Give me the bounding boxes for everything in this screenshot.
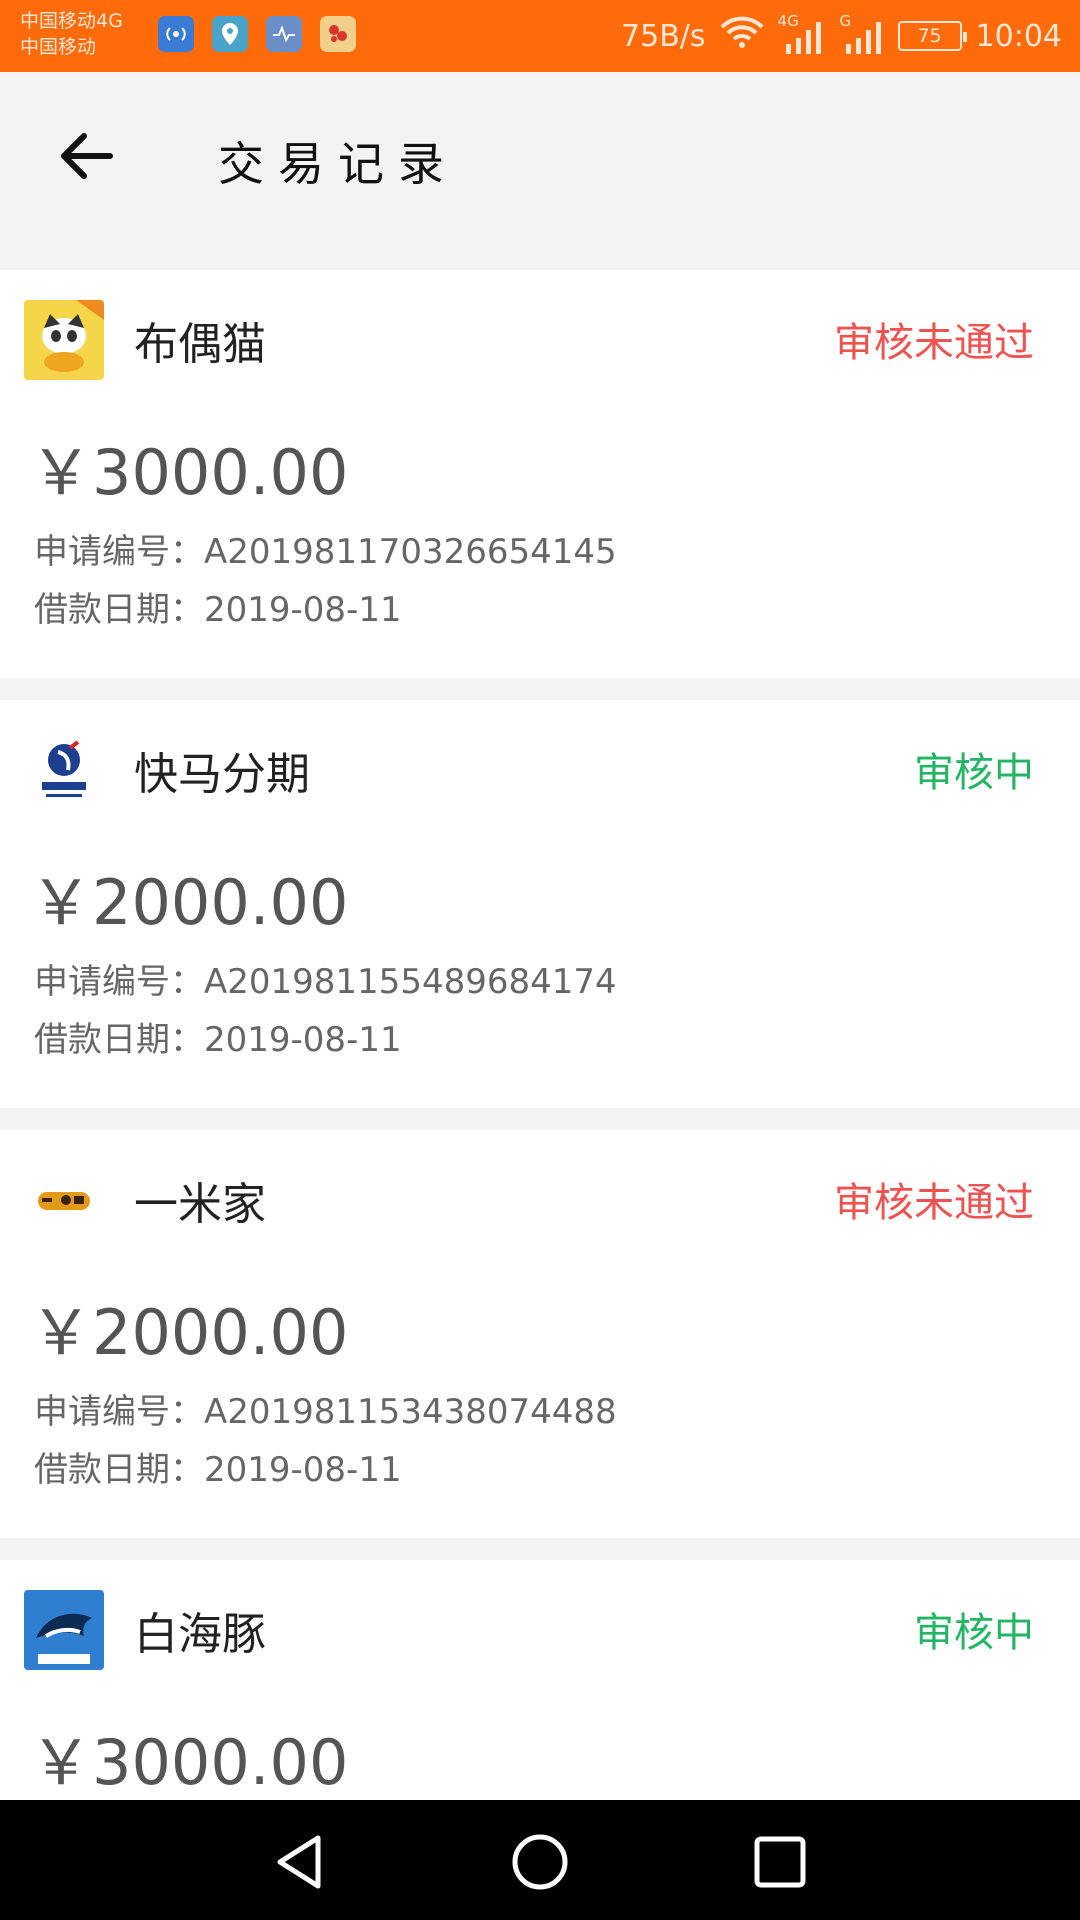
baihaitun-logo-icon (24, 1590, 104, 1670)
buoumao-logo-icon (24, 300, 104, 380)
loan-date-row: 借款日期：2019-08-11 (34, 1442, 402, 1491)
app-header: 交易记录 (0, 72, 1080, 240)
arrow-left-icon[interactable] (54, 124, 118, 188)
apply-number-label: 申请编号： (34, 532, 204, 572)
battery-level: 75 (917, 25, 942, 47)
app-name: 白海豚 (134, 1609, 266, 1660)
network-speed: 75B/s (621, 18, 706, 54)
game-app-icon (320, 16, 356, 52)
square-recents-icon[interactable] (750, 1832, 810, 1892)
apply-number-label: 申请编号： (34, 962, 204, 1002)
apply-number-row: 申请编号：A201981153438074488 (34, 1384, 617, 1433)
app-name: 布偶猫 (134, 319, 266, 370)
loan-date-value: 2019-08-11 (204, 590, 402, 630)
clock: 10:04 (975, 18, 1062, 54)
carrier-primary: 中国移动4G (20, 10, 123, 32)
loan-date-value: 2019-08-11 (204, 1020, 402, 1060)
loan-amount: ￥3000.00 (30, 1726, 349, 1799)
status-badge: 审核中 (914, 1610, 1034, 1656)
loan-date-label: 借款日期： (34, 590, 204, 630)
wifi-icon (720, 15, 764, 57)
system-navigation-bar (0, 1800, 1080, 1920)
loan-amount: ￥2000.00 (30, 866, 349, 939)
apply-number-value: A201981153438074488 (204, 1392, 617, 1432)
status-badge: 审核未通过 (834, 1180, 1034, 1226)
loan-amount: ￥3000.00 (30, 436, 349, 509)
page-title: 交易记录 (218, 137, 458, 191)
status-badge: 审核中 (914, 750, 1034, 796)
hotspot-app-icon (158, 16, 194, 52)
status-right: 75B/s 4G G 75 10:04 (621, 0, 1062, 72)
yimijia-logo-icon (24, 1160, 104, 1240)
battery-icon: 75 (897, 21, 967, 51)
apply-number-value: A201981155489684174 (204, 962, 617, 1002)
transaction-card[interactable]: 一米家 审核未通过 ￥2000.00 申请编号：A201981153438074… (0, 1130, 1080, 1538)
apply-number-label: 申请编号： (34, 1392, 204, 1432)
app-name: 快马分期 (134, 749, 310, 800)
transaction-card[interactable]: 布偶猫 审核未通过 ￥3000.00 申请编号：A201981170326654… (0, 270, 1080, 678)
app-name: 一米家 (134, 1179, 266, 1230)
apply-number-value: A201981170326654145 (204, 532, 617, 572)
kuaima-logo-icon (24, 730, 104, 810)
loan-date-label: 借款日期： (34, 1450, 204, 1490)
circle-home-icon[interactable] (510, 1832, 570, 1892)
loan-date-row: 借款日期：2019-08-11 (34, 1012, 402, 1061)
health-app-icon (266, 16, 302, 52)
status-badge: 审核未通过 (834, 320, 1034, 366)
triangle-back-icon[interactable] (270, 1832, 330, 1892)
loan-date-label: 借款日期： (34, 1020, 204, 1060)
loan-date-value: 2019-08-11 (204, 1450, 402, 1490)
network-type-1: 4G (777, 12, 799, 30)
apply-number-row: 申请编号：A201981155489684174 (34, 954, 617, 1003)
carrier-secondary: 中国移动 (20, 36, 97, 58)
transaction-card[interactable]: 快马分期 审核中 ￥2000.00 申请编号：A2019811554896841… (0, 700, 1080, 1108)
loan-amount: ￥2000.00 (30, 1296, 349, 1369)
carrier-info: 中国移动4G 中国移动 (20, 8, 123, 60)
signal-g-icon: G (838, 12, 884, 56)
status-bar: 中国移动4G 中国移动 75B/s 4G G 75 10:04 (0, 0, 1080, 72)
transaction-card[interactable]: 白海豚 审核中 ￥3000.00 (0, 1560, 1080, 1800)
loan-date-row: 借款日期：2019-08-11 (34, 582, 402, 631)
apply-number-row: 申请编号：A201981170326654145 (34, 524, 617, 573)
signal-4g-icon: 4G (778, 12, 824, 56)
network-type-2: G (839, 12, 852, 30)
location-app-icon (212, 16, 248, 52)
